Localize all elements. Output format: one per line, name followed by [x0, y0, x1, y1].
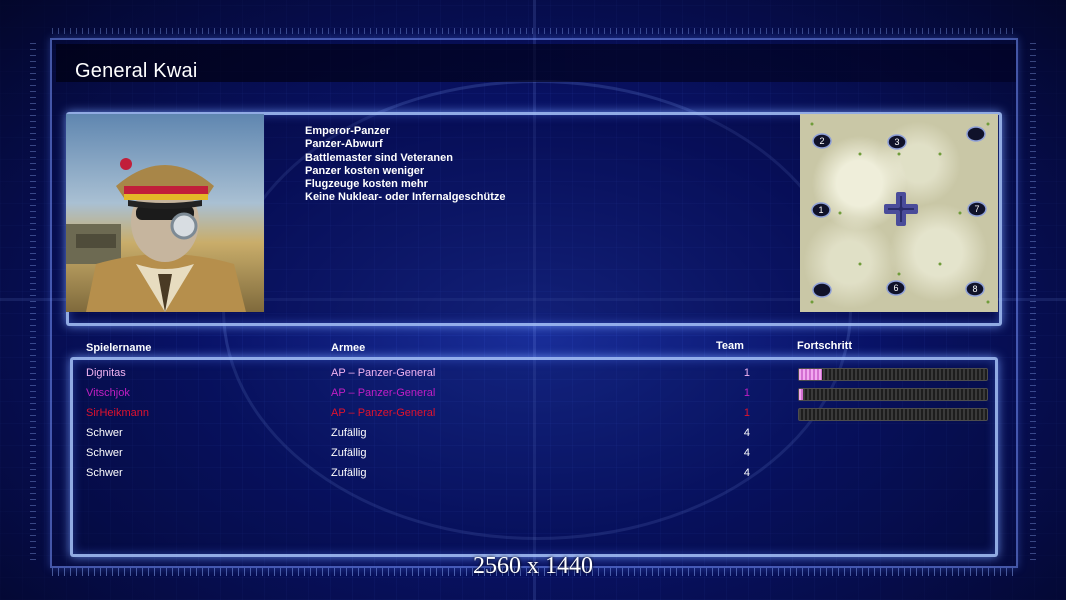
player-name: SirHeikmann — [86, 407, 149, 419]
general-traits-list: Emperor-Panzer Panzer-Abwurf Battlemaste… — [305, 125, 506, 205]
player-army: Zufällig — [331, 447, 367, 459]
player-name: Dignitas — [86, 367, 126, 379]
start-position-marker[interactable]: 2 — [812, 133, 832, 149]
start-position-marker[interactable] — [966, 126, 986, 142]
column-header-progress: Fortschritt — [797, 340, 852, 352]
svg-text:8: 8 — [972, 284, 977, 294]
player-row[interactable]: Schwer Zufällig 4 — [0, 423, 1066, 443]
start-position-marker[interactable]: 3 — [887, 134, 907, 150]
player-name: Schwer — [86, 427, 123, 439]
loading-progress-bar — [798, 368, 988, 381]
start-position-marker[interactable]: 1 — [811, 202, 831, 218]
trait-item: Flugzeuge kosten mehr — [305, 178, 428, 191]
svg-text:6: 6 — [893, 283, 898, 293]
loading-progress-fill — [799, 369, 822, 380]
player-army: AP – Panzer-General — [331, 367, 436, 379]
trait-item: Keine Nuklear- oder Infernalgeschütze — [305, 191, 506, 204]
player-name: Vitschjok — [86, 387, 130, 399]
player-row[interactable]: Dignitas AP – Panzer-General 1 — [0, 363, 1066, 383]
start-position-marker[interactable]: 8 — [965, 281, 985, 297]
start-position-marker[interactable]: 7 — [967, 201, 987, 217]
player-team: 4 — [743, 447, 750, 459]
svg-text:2: 2 — [819, 136, 824, 146]
start-position-marker[interactable]: 6 — [886, 280, 906, 296]
player-army: AP – Panzer-General — [331, 387, 436, 399]
start-position-marker[interactable] — [812, 282, 832, 298]
player-row[interactable]: Schwer Zufällig 4 — [0, 443, 1066, 463]
player-team: 1 — [743, 367, 750, 379]
trait-item: Panzer-Abwurf — [305, 138, 383, 151]
loading-progress-bar — [798, 408, 988, 421]
svg-text:3: 3 — [894, 137, 899, 147]
ruler-top — [52, 28, 1014, 34]
player-row[interactable]: Schwer Zufällig 4 — [0, 463, 1066, 483]
svg-text:1: 1 — [818, 205, 823, 215]
resolution-caption: 2560 x 1440 — [473, 553, 593, 579]
trait-item: Emperor-Panzer — [305, 125, 390, 137]
trait-item: Battlemaster sind Veteranen — [305, 151, 453, 164]
svg-text:7: 7 — [974, 204, 979, 214]
loading-progress-bar — [798, 388, 988, 401]
general-portrait — [66, 114, 264, 312]
trait-item: Panzer kosten weniger — [305, 164, 425, 177]
player-team: 4 — [743, 427, 750, 439]
column-header-player-name: Spielername — [86, 342, 152, 354]
loading-progress-fill — [799, 389, 803, 400]
player-row[interactable]: SirHeikmann AP – Panzer-General 1 — [0, 403, 1066, 423]
player-team: 4 — [743, 467, 750, 479]
title-bar — [56, 44, 1016, 82]
page-title: General Kwai — [75, 60, 198, 82]
map-preview: 2 3 1 7 6 8 — [800, 114, 998, 312]
player-army: Zufällig — [331, 427, 367, 439]
player-row[interactable]: Vitschjok AP – Panzer-General 1 — [0, 383, 1066, 403]
player-name: Schwer — [86, 467, 123, 479]
player-team: 1 — [743, 387, 750, 399]
player-army: AP – Panzer-General — [331, 407, 436, 419]
player-army: Zufällig — [331, 467, 367, 479]
player-name: Schwer — [86, 447, 123, 459]
column-header-army: Armee — [331, 342, 366, 354]
player-team: 1 — [743, 407, 750, 419]
column-header-team: Team — [716, 340, 744, 352]
